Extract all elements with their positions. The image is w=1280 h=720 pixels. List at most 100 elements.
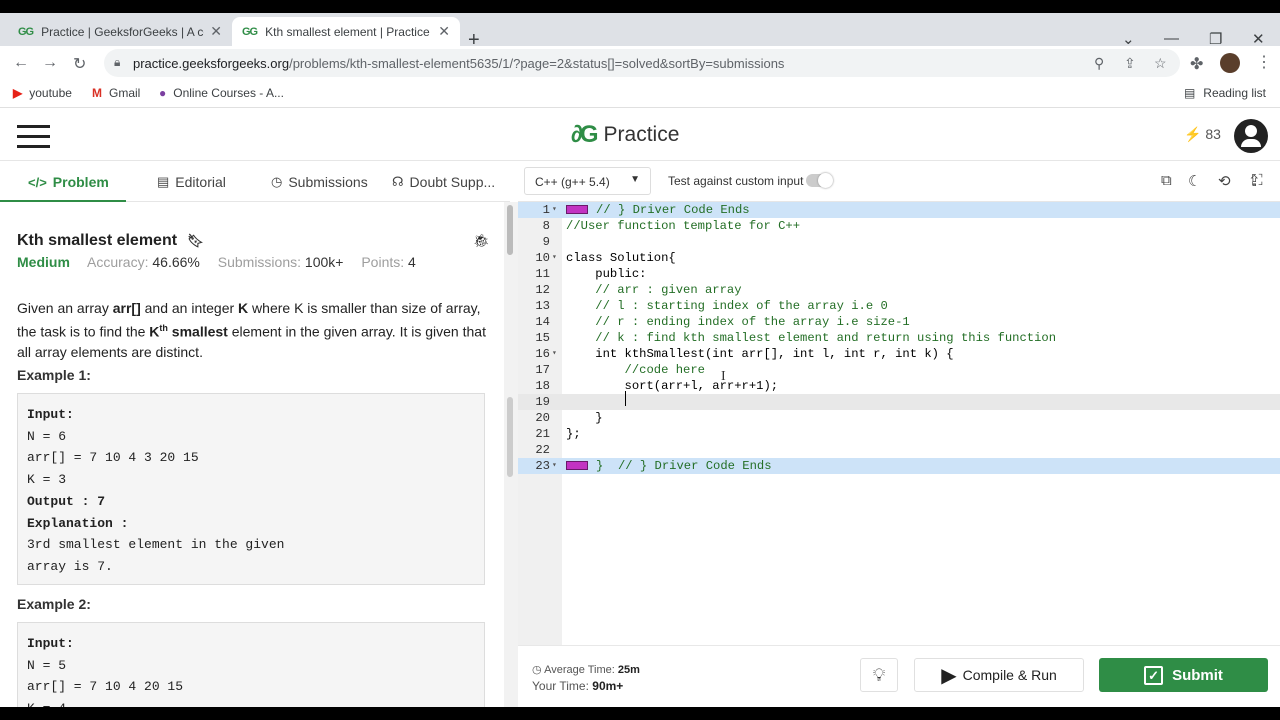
custom-input-label: Test against custom input (668, 174, 804, 188)
fold-arrow-icon[interactable]: ▾ (552, 250, 557, 266)
browser-profile-avatar[interactable] (1220, 53, 1240, 73)
play-icon: ▶ (941, 664, 957, 687)
tab-problem[interactable]: </> Problem (28, 174, 109, 190)
hamburger-menu-icon[interactable] (17, 125, 50, 155)
line-number: 20 (535, 411, 550, 425)
bookmark-youtube[interactable]: ▶ youtube (13, 86, 72, 100)
code-text: //User function template for C++ (566, 219, 801, 233)
code-line[interactable]: 22 (518, 442, 1280, 458)
reset-icon[interactable]: ⟲ (1218, 172, 1231, 190)
points-value: 4 (408, 254, 416, 270)
copy-icon[interactable]: ⧉ (1161, 172, 1172, 189)
reading-list[interactable]: ▤ Reading list (1184, 86, 1266, 100)
bookmark-gmail[interactable]: M Gmail (92, 86, 140, 100)
accuracy-value: 46.66% (152, 254, 200, 270)
code-line[interactable]: 19 (518, 394, 1280, 410)
code-line[interactable]: 21}; (518, 426, 1280, 442)
scrollbar-thumb[interactable] (507, 205, 513, 255)
compile-run-button[interactable]: ▶ Compile & Run (914, 658, 1084, 692)
example-1-box: Input: N = 6 arr[] = 7 10 4 3 20 15 K = … (17, 393, 485, 585)
code-line[interactable]: 1 ▾ // } Driver Code Ends (518, 202, 1280, 218)
tab-doubt-support[interactable]: ☊ Doubt Supp... (392, 174, 495, 190)
streak-counter[interactable]: ⚡ 83 (1184, 126, 1221, 143)
fold-arrow-icon[interactable]: ▾ (552, 202, 557, 218)
reload-icon[interactable]: ↻ (73, 54, 86, 74)
custom-input-toggle[interactable] (806, 173, 833, 188)
gfg-favicon-icon: GG (18, 25, 34, 38)
dark-mode-icon[interactable]: ☾ (1188, 172, 1201, 190)
gmail-icon: M (92, 86, 102, 100)
browser-menu-icon[interactable]: ⋮ (1256, 52, 1272, 72)
line-number: 21 (535, 427, 550, 441)
code-editor[interactable]: 1 ▾// } Driver Code Ends 8 //User function … (518, 202, 1280, 645)
bookmark-online-courses[interactable]: ● Online Courses - A... (159, 86, 284, 100)
pane-splitter[interactable] (504, 202, 518, 707)
minimize-icon[interactable]: — (1164, 30, 1179, 47)
practice-logo[interactable]: ∂G Practice (571, 121, 679, 149)
code-text: int kthSmallest(int arr[], int l, int r,… (566, 347, 954, 361)
close-tab-icon[interactable]: ✕ (438, 23, 450, 40)
code-line[interactable]: 9 (518, 234, 1280, 250)
resize-handle[interactable] (507, 397, 513, 477)
code-text: // arr : given array (566, 283, 742, 297)
bookmarks-bar: ▶ youtube M Gmail ● Online Courses - A..… (0, 80, 1280, 108)
clock-icon: ◷ (271, 174, 283, 189)
zoom-icon[interactable]: ⚲ (1094, 55, 1104, 72)
code-text: class Solution{ (566, 251, 676, 265)
code-line[interactable]: 18 sort(arr+l, arr+r+1); (518, 378, 1280, 394)
expand-icon[interactable]: ⛶ (1252, 172, 1263, 189)
line-number: 17 (535, 363, 550, 377)
code-text: // k : find kth smallest element and ret… (566, 331, 1057, 345)
example-2-box: Input: N = 5 arr[] = 7 10 4 20 15 K = 4 (17, 622, 485, 707)
code-line[interactable]: 14 // r : ending index of the array i.e … (518, 314, 1280, 330)
fold-arrow-icon[interactable]: ▾ (552, 458, 557, 474)
close-tab-icon[interactable]: ✕ (210, 23, 222, 40)
browser-tab-kth-smallest[interactable]: GG Kth smallest element | Practice | G ✕ (232, 17, 460, 46)
code-line[interactable]: 15 // k : find kth smallest element and … (518, 330, 1280, 346)
code-line[interactable]: 12 // arr : given array (518, 282, 1280, 298)
code-line[interactable]: 20 } (518, 410, 1280, 426)
back-arrow-icon[interactable]: ← (13, 54, 29, 72)
example-1-heading: Example 1: (17, 367, 91, 383)
line-number: 11 (535, 267, 550, 281)
folded-code-marker[interactable] (566, 205, 588, 215)
bookmark-icon[interactable]: 🔖︎ (187, 233, 204, 249)
address-bar[interactable]: 🔒︎ practice.geeksforgeeks.org/problems/k… (104, 49, 1180, 77)
code-line[interactable]: 8 //User function template for C++ (518, 218, 1280, 234)
line-number: 18 (535, 379, 550, 393)
line-number: 8 (542, 219, 550, 233)
browser-tab-practice[interactable]: GG Practice | GeeksforGeeks | A comp ✕ (8, 17, 232, 46)
dropdown-caret-icon: ▼ (630, 174, 640, 185)
tab-editorial[interactable]: ▤ Editorial (157, 174, 226, 190)
language-select[interactable]: C++ (g++ 5.4) ▼ (524, 167, 651, 195)
code-text: } (566, 411, 603, 425)
code-text: sort(arr+l, arr+r+1); (566, 379, 779, 393)
gfg-favicon-icon: GG (242, 25, 258, 38)
code-line[interactable]: 23 ▾} // } Driver Code Ends (518, 458, 1280, 474)
fold-arrow-icon[interactable]: ▾ (552, 346, 557, 362)
gfg-logo-icon: ∂G (571, 121, 598, 148)
line-number: 15 (535, 331, 550, 345)
share-icon[interactable]: ⇪ (1124, 55, 1136, 72)
extensions-puzzle-icon[interactable]: ✤ (1190, 54, 1203, 74)
theme-toggle-button[interactable]: 💡︎ (860, 658, 898, 692)
url-text[interactable]: practice.geeksforgeeks.org/problems/kth-… (133, 56, 784, 71)
folded-code-marker[interactable] (566, 461, 588, 471)
problem-pane: Kth smallest element 🔖︎ 🐞︎ Medium Accura… (0, 202, 504, 707)
code-line[interactable]: 13 // l : starting index of the array i.… (518, 298, 1280, 314)
browser-tab-title: Kth smallest element | Practice | G (265, 24, 433, 39)
headphones-icon: ☊ (392, 174, 404, 189)
user-avatar[interactable] (1234, 119, 1268, 153)
code-line[interactable]: 10 ▾ class Solution{ (518, 250, 1280, 266)
forward-arrow-icon[interactable]: → (42, 54, 58, 72)
submit-button[interactable]: ✓ Submit (1099, 658, 1268, 692)
code-line[interactable]: 11 public: (518, 266, 1280, 282)
bookmark-star-icon[interactable]: ☆ (1154, 55, 1167, 72)
browser-tab-title: Practice | GeeksforGeeks | A comp (41, 24, 204, 39)
tab-submissions[interactable]: ◷ Submissions (271, 174, 368, 190)
line-number: 23 (535, 459, 550, 473)
letterbox-top (0, 0, 1280, 13)
code-line[interactable]: 17 //code here (518, 362, 1280, 378)
report-bug-icon[interactable]: 🐞︎ (473, 233, 490, 249)
code-line[interactable]: 16 ▾ int kthSmallest(int arr[], int l, in… (518, 346, 1280, 362)
